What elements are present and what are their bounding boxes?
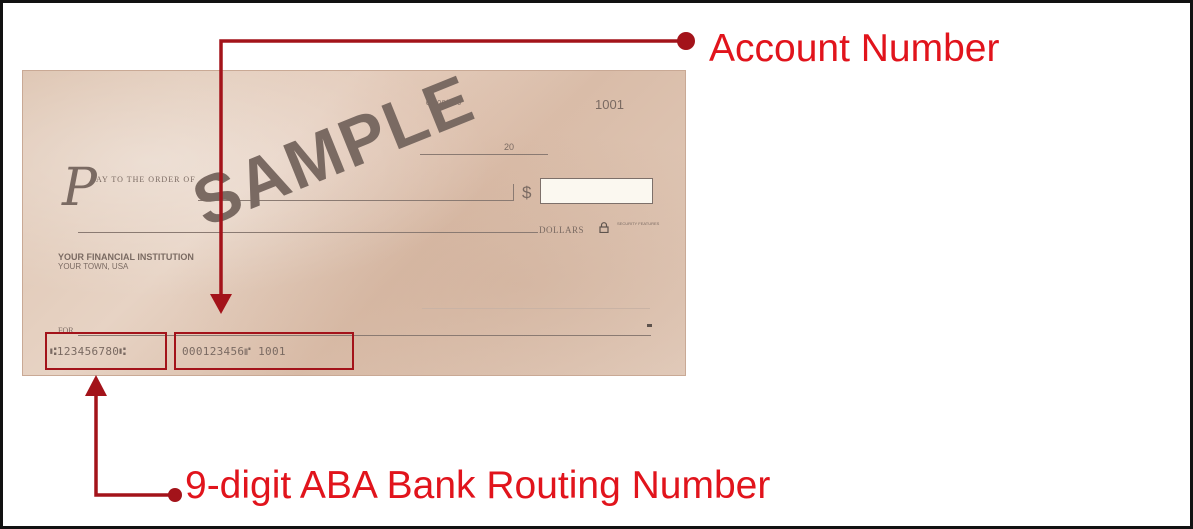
account-arrow: [210, 32, 695, 314]
routing-arrow: [85, 375, 182, 502]
callout-arrows: [85, 32, 695, 502]
routing-number-label: 9-digit ABA Bank Routing Number: [185, 464, 771, 507]
account-arrowhead: [210, 294, 232, 314]
diagram-frame: 00/00/000 1001 20 P AY TO THE ORDER OF $…: [0, 0, 1193, 529]
account-arrow-dot: [677, 32, 695, 50]
routing-arrow-dot: [168, 488, 182, 502]
account-number-label: Account Number: [709, 27, 1000, 70]
routing-arrowhead: [85, 375, 107, 396]
